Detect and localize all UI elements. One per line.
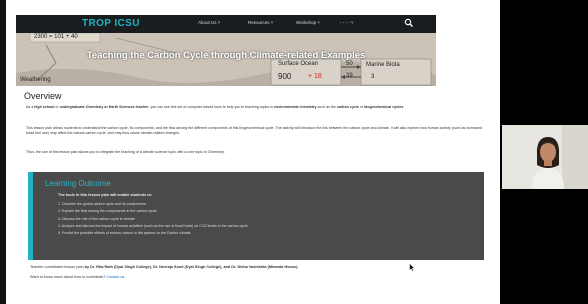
list-item: 5. Predict the possible effects of exces… — [58, 231, 191, 236]
hero-banner: 2300 = 101 + 40 Surface Ocean 900 + 18 5… — [16, 33, 436, 86]
mouse-cursor-icon — [409, 263, 415, 272]
text: undergraduate Chemistry or Earth Science… — [59, 105, 149, 109]
overview-paragraph: As a high school or undergraduate Chemis… — [26, 105, 486, 110]
banner-label: + 18 — [308, 73, 322, 80]
banner-label: Marine Biota — [366, 62, 400, 68]
text: carbon cycle — [336, 105, 359, 109]
text: As a — [26, 105, 35, 109]
navbar: TROP ICSU About Us ˅ Resources ˅ Worksho… — [16, 15, 436, 33]
list-item: 2. Explain the flow among the components… — [58, 209, 157, 214]
section-heading: Overview — [24, 91, 62, 101]
learning-outcome-title: Learning Outcome — [45, 179, 111, 188]
banner-label: 50 — [346, 61, 353, 67]
person-avatar — [502, 125, 588, 189]
site-logo[interactable]: TROP ICSU — [82, 18, 140, 29]
overview-paragraph: This lesson plan allows students to unde… — [26, 126, 482, 135]
search-icon[interactable] — [404, 18, 414, 28]
learning-outcome-box: Learning Outcome The tools in this lesso… — [28, 172, 484, 260]
nav-about-us[interactable]: About Us ˅ — [198, 20, 220, 25]
text: . — [403, 105, 405, 109]
overview-paragraph: Thus, the use of this lesson plan allows… — [26, 150, 225, 154]
nav-workshop[interactable]: Workshop ˅ — [296, 20, 320, 25]
page-title: Teaching the Carbon Cycle through Climat… — [86, 50, 366, 61]
nav-resources[interactable]: Resources ˅ — [248, 20, 273, 25]
webcam-video-feed — [502, 125, 588, 189]
text: Teacher contributed lesson plan — [30, 265, 85, 269]
author-names: by Dr. Rita Rath (Dyal Singh College), D… — [84, 265, 299, 269]
banner-label: Surface Ocean — [278, 61, 319, 67]
text: environmental chemistry — [273, 105, 317, 109]
banner-label: 900 — [278, 72, 292, 81]
browser-screen: TROP ICSU About Us ˅ Resources ˅ Worksho… — [0, 0, 500, 304]
text: Want to know more about how to contribut… — [30, 275, 107, 279]
banner-label: 3 — [371, 74, 375, 80]
banner-label: Weathering — [20, 77, 51, 83]
text: biogeochemical cycles — [364, 105, 404, 109]
banner-label: 2300 = 101 + 40 — [34, 34, 78, 40]
contact-us-link[interactable]: Contact us — [106, 275, 124, 279]
window-edge — [0, 0, 6, 304]
text: high school — [34, 105, 55, 109]
list-item: 4. Analyze and discuss the impact of hum… — [58, 223, 248, 228]
accent-bar — [28, 172, 33, 260]
banner-label: 39 — [346, 73, 353, 79]
nav-language[interactable]: - - - - ˅ — [340, 20, 354, 25]
learning-outcome-list: 1. Describe the global carbon cycle and … — [58, 202, 248, 238]
learning-outcome-intro: The tools in this lesson plan will enabl… — [58, 193, 153, 197]
text: , you can use this set of computer-based… — [148, 105, 274, 109]
credit-text: Teacher contributed lesson plan by Dr. R… — [30, 265, 470, 269]
text: such as the — [316, 105, 337, 109]
list-item: 1. Describe the global carbon cycle and … — [58, 202, 147, 206]
contribute-text: Want to know more about how to contribut… — [30, 275, 124, 279]
list-item: 3. Discuss the role of the carbon cycle … — [58, 216, 135, 221]
